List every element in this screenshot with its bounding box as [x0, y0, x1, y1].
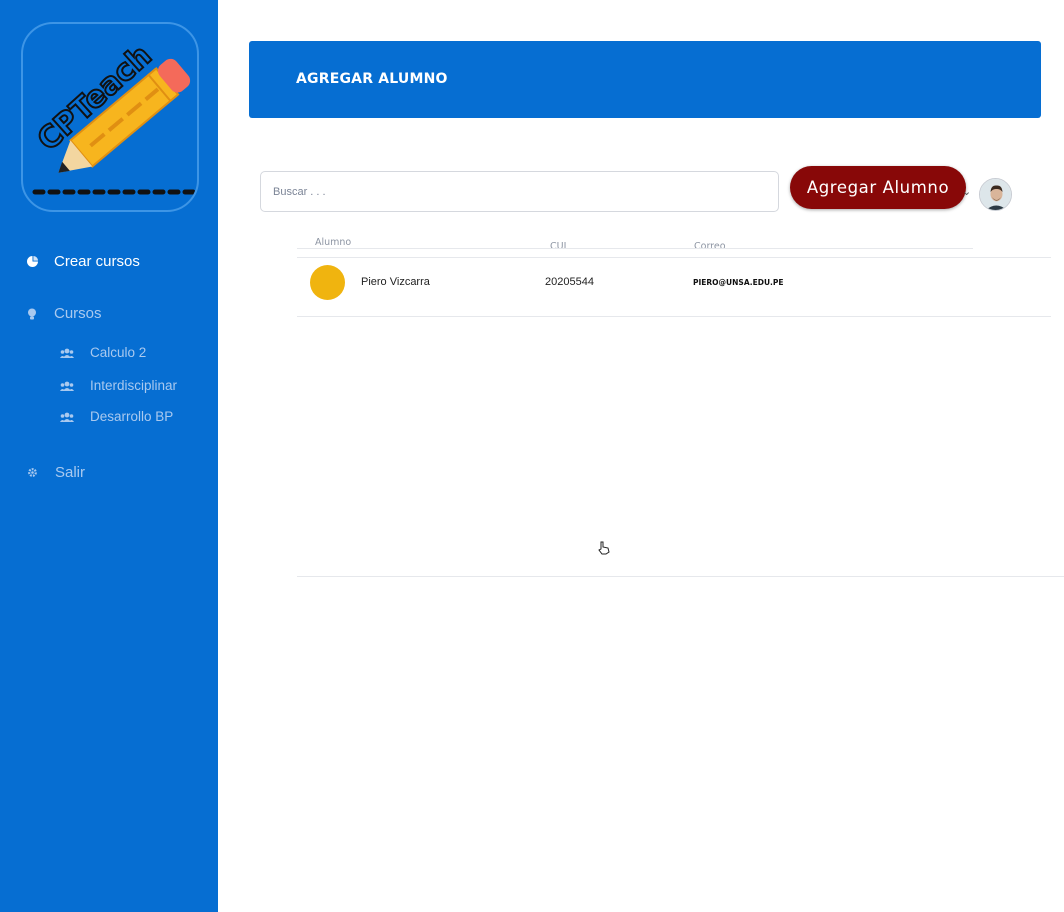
column-header-cui: CUI — [550, 241, 567, 252]
column-header-alumno: Alumno — [315, 237, 352, 248]
users-icon — [60, 346, 74, 360]
student-cui: 20205544 — [545, 276, 594, 288]
column-header-correo: Correo — [694, 241, 726, 252]
pencil-logo-icon: CPTeach — [30, 37, 196, 195]
table-top-divider — [297, 257, 1051, 258]
student-avatar — [310, 265, 345, 300]
page-title: AGREGAR ALUMNO — [296, 71, 448, 87]
page-header: AGREGAR ALUMNO — [249, 41, 1041, 118]
sidebar: CPTeach Crear cursos Cursos Calculo 2 In… — [0, 0, 218, 912]
users-icon — [60, 379, 74, 393]
sidebar-item-desarrollo-bp[interactable]: Desarrollo BP — [60, 409, 173, 424]
pie-chart-icon — [25, 255, 39, 269]
sidebar-item-label: Crear cursos — [54, 253, 140, 270]
gear-icon — [25, 466, 39, 480]
student-email: PIERO@UNSA.EDU.PE — [693, 278, 784, 287]
student-name: Piero Vizcarra — [361, 276, 430, 288]
sidebar-item-salir[interactable]: Salir — [25, 464, 85, 481]
add-student-button[interactable]: Agregar Alumno — [790, 166, 966, 209]
lightbulb-icon — [25, 307, 39, 321]
user-avatar-icon — [980, 179, 1011, 210]
header-divider — [297, 248, 973, 249]
hand-cursor-icon — [598, 540, 610, 555]
app-logo[interactable]: CPTeach — [21, 22, 199, 212]
sidebar-item-label: Interdisciplinar — [90, 378, 178, 393]
sidebar-item-crear-cursos[interactable]: Crear cursos — [25, 253, 140, 270]
users-icon — [60, 410, 74, 424]
sidebar-item-label: Desarrollo BP — [90, 409, 174, 424]
search-input[interactable] — [260, 171, 779, 212]
chevron-down-icon[interactable]: ⌄ — [962, 185, 971, 198]
sidebar-item-label: Cursos — [54, 305, 102, 322]
avatar[interactable] — [979, 178, 1012, 211]
sidebar-item-label: Salir — [55, 464, 86, 481]
sidebar-item-calculo-2[interactable]: Calculo 2 — [60, 345, 146, 360]
table-bottom-divider — [297, 576, 1064, 577]
row-divider — [297, 316, 1051, 317]
sidebar-item-cursos[interactable]: Cursos — [25, 305, 102, 322]
sidebar-item-label: Calculo 2 — [90, 345, 147, 360]
sidebar-item-interdisciplinar[interactable]: Interdisciplinar — [60, 378, 177, 393]
